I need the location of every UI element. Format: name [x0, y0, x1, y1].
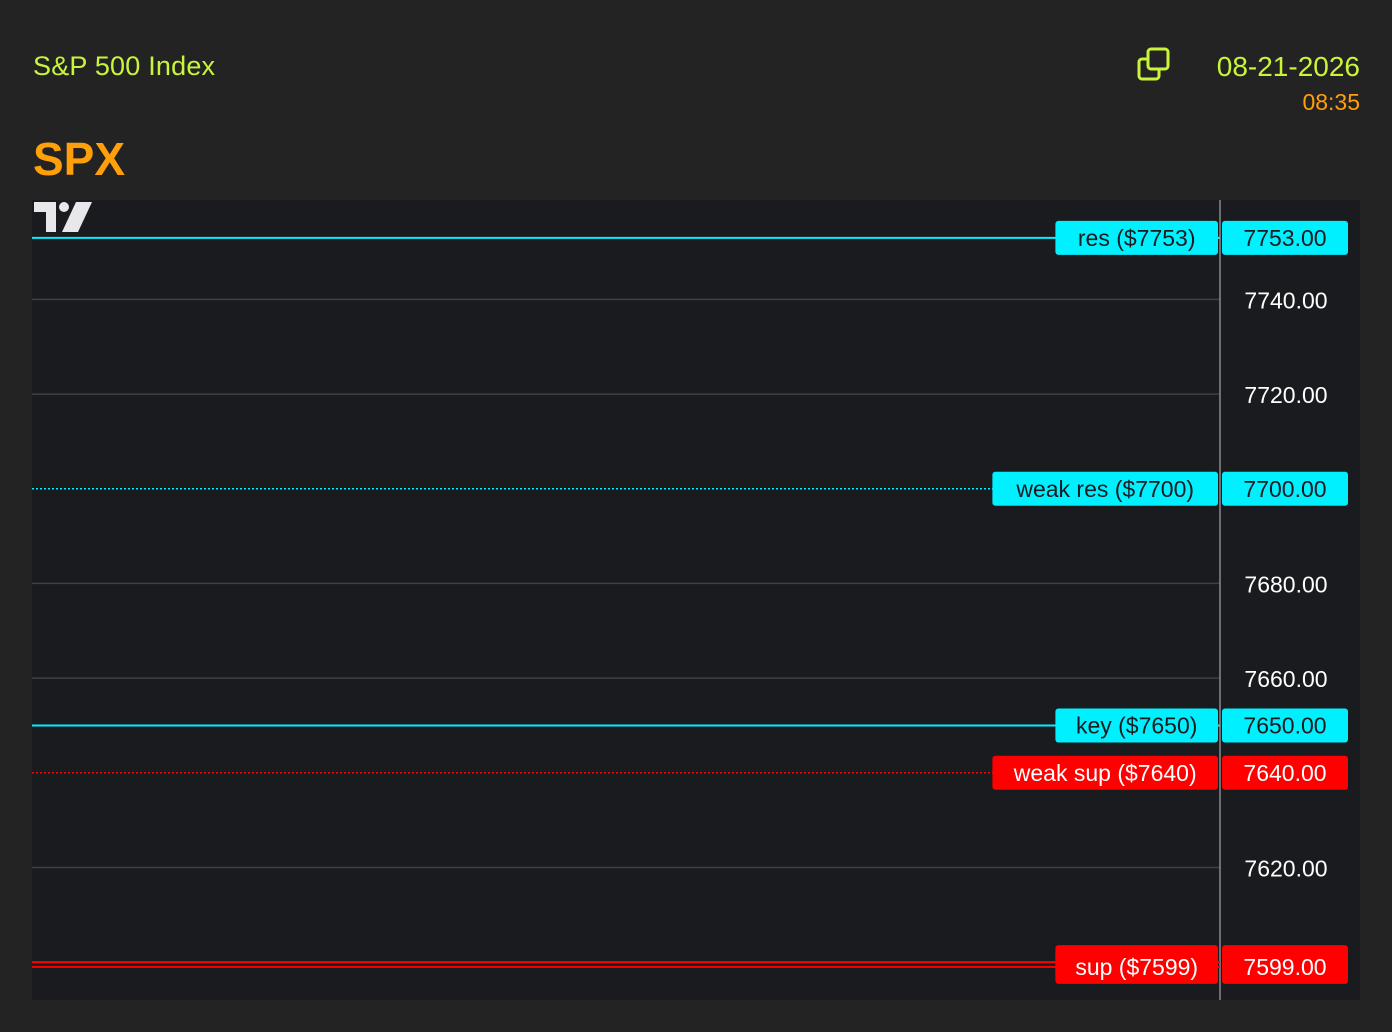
level-name-label: weak res ($7700): [1015, 476, 1194, 502]
date-label: 08-21-2026: [1216, 51, 1360, 82]
chart-card: S&P 500 Index 08-21-2026 08:35 SPX 7740.…: [0, 0, 1392, 1032]
level-name-label: weak sup ($7640): [1013, 760, 1197, 786]
level-name-label: key ($7650): [1076, 712, 1197, 738]
copy-icon[interactable]: [1136, 46, 1172, 82]
y-tick-label: 7620.00: [1244, 855, 1327, 881]
index-name: S&P 500 Index: [33, 51, 216, 81]
tradingview-logo-icon: [34, 202, 92, 232]
y-tick-label: 7680.00: [1244, 571, 1327, 597]
price-chart[interactable]: 7740.00 7720.00 7680.00 7660.00 7620.00 res (…: [32, 200, 1360, 1000]
y-tick-label: 7740.00: [1244, 287, 1327, 313]
level-price-label: 7700.00: [1243, 476, 1326, 502]
level-price-label: 7640.00: [1243, 760, 1326, 786]
level-name-label: sup ($7599): [1075, 954, 1198, 980]
y-tick-label: 7720.00: [1244, 382, 1327, 408]
level-price-label: 7599.00: [1243, 954, 1326, 980]
level-price-label: 7753.00: [1243, 225, 1326, 251]
time-label: 08:35: [1302, 89, 1360, 115]
chart-svg: 7740.00 7720.00 7680.00 7660.00 7620.00 res (…: [32, 200, 1348, 1000]
level-price-label: 7650.00: [1243, 712, 1326, 738]
ticker-symbol: SPX: [33, 133, 126, 185]
level-name-label: res ($7753): [1078, 225, 1196, 251]
y-tick-label: 7660.00: [1244, 666, 1327, 692]
